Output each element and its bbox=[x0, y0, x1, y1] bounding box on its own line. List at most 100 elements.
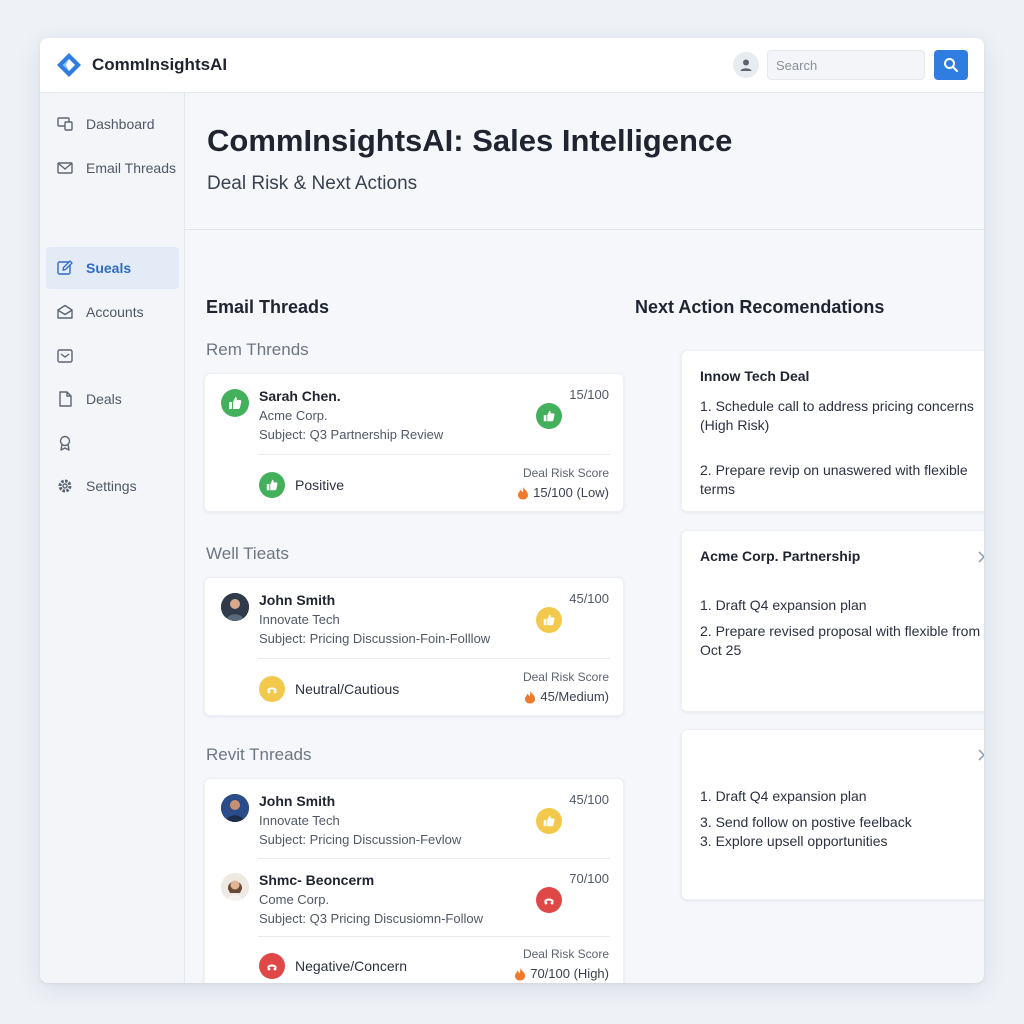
sidebar-item-label: Deals bbox=[86, 391, 122, 407]
dashboard-icon bbox=[56, 115, 74, 133]
deal-risk-value: 70/100 (High) bbox=[514, 966, 609, 981]
logo-icon bbox=[57, 53, 81, 77]
chevron-right-icon[interactable] bbox=[974, 748, 984, 762]
main-content: CommInsightsAI: Sales Intelligence Deal … bbox=[185, 93, 984, 983]
recommendation-title: Innow Tech Deal bbox=[700, 368, 810, 384]
chevron-right-icon[interactable] bbox=[974, 550, 984, 564]
flame-icon bbox=[518, 486, 529, 499]
user-avatar[interactable] bbox=[733, 52, 759, 78]
thread-group-card: Sarah Chen. Acme Corp. Subject: Q3 Partn… bbox=[204, 373, 624, 512]
thread-subject: Subject: Q3 Partnership Review bbox=[259, 427, 444, 442]
email-threads-heading: Email Threads bbox=[206, 297, 330, 317]
thumbs-up-icon bbox=[259, 472, 285, 498]
sidebar-item-settings[interactable]: Settings bbox=[46, 465, 179, 507]
recommendation-item: 1. Draft Q4 expansion plan bbox=[700, 597, 867, 613]
sidebar-item-accounts[interactable]: Accounts bbox=[46, 291, 179, 333]
sentiment-label: Neutral/Cautious bbox=[295, 681, 400, 697]
deal-risk-value-text: 45/Medium) bbox=[540, 689, 609, 704]
sidebar-item-deals[interactable]: Deals bbox=[46, 378, 179, 420]
sentiment-summary: Neutral/Cautious Deal Risk Score 45/Medi… bbox=[205, 659, 625, 717]
sidebar-item-label: Settings bbox=[86, 478, 137, 494]
thread-group-card: John Smith Innovate Tech Subject: Pricin… bbox=[204, 577, 624, 716]
deal-risk-label: Deal Risk Score bbox=[522, 670, 609, 684]
app-window: CommInsightsAI Dashboard Em bbox=[40, 38, 984, 983]
thread-group-label: Revit Tnreads bbox=[206, 745, 312, 764]
deal-risk-label: Deal Risk Score bbox=[522, 466, 609, 480]
deal-risk-value: 45/Medium) bbox=[524, 689, 609, 704]
recommendation-item: 3. Explore upsell opportunities bbox=[700, 833, 888, 849]
sidebar-item-awards[interactable] bbox=[46, 422, 179, 464]
recommendation-item: 1. Draft Q4 expansion plan bbox=[700, 788, 867, 804]
sidebar-item-dashboard[interactable]: Dashboard bbox=[46, 103, 179, 145]
page-title: CommInsightsAI: Sales Intelligence bbox=[207, 123, 733, 158]
thread-company: Innovate Tech bbox=[259, 612, 340, 627]
thread-row[interactable]: John Smith Innovate Tech Subject: Pricin… bbox=[205, 779, 625, 859]
recommendation-item: 2. Prepare revip on unaswered with flexi… bbox=[700, 462, 968, 497]
neutral-icon bbox=[259, 676, 285, 702]
sidebar-item-label: Email Threads bbox=[86, 160, 177, 176]
thread-score: 15/100 bbox=[569, 387, 609, 402]
thread-group-label: Well Tieats bbox=[206, 544, 289, 563]
deal-risk-value-text: 15/100 (Low) bbox=[533, 485, 609, 500]
app-name: CommInsightsAI bbox=[92, 55, 228, 74]
award-icon bbox=[56, 434, 74, 452]
recommendation-item: 1. Schedule call to address pricing conc… bbox=[700, 398, 974, 433]
sidebar-item-inbox[interactable] bbox=[46, 335, 179, 377]
mail-open-icon bbox=[56, 303, 74, 321]
thumbs-up-icon bbox=[536, 808, 562, 834]
sidebar-item-label: Dashboard bbox=[86, 116, 155, 132]
thread-subject: Subject: Q3 Pricing Discusiomn-Follow bbox=[259, 911, 483, 926]
thread-row[interactable]: Shmc- Beoncerm Come Corp. Subject: Q3 Pr… bbox=[205, 858, 625, 938]
avatar bbox=[221, 873, 249, 901]
thread-contact-name: John Smith bbox=[259, 793, 336, 809]
recommendations-heading: Next Action Recomendations bbox=[635, 297, 885, 317]
thumbs-up-icon bbox=[221, 389, 249, 417]
inbox-icon bbox=[56, 347, 74, 365]
sidebar-item-sueals[interactable]: Sueals bbox=[46, 247, 179, 289]
header-divider bbox=[185, 229, 984, 230]
thread-company: Come Corp. bbox=[259, 892, 330, 907]
gear-icon bbox=[56, 477, 74, 495]
thread-score: 70/100 bbox=[569, 871, 609, 886]
recommendation-title: Acme Corp. Partnership bbox=[700, 548, 861, 564]
avatar bbox=[221, 593, 249, 621]
recommendation-card[interactable]: 1. Draft Q4 expansion plan 3. Send follo… bbox=[681, 729, 984, 900]
sentiment-summary: Positive Deal Risk Score 15/100 (Low) bbox=[205, 455, 625, 513]
thread-group-label: Rem Thrends bbox=[206, 340, 309, 359]
recommendation-card[interactable]: Innow Tech Deal 1. Schedule call to addr… bbox=[681, 350, 984, 512]
thread-contact-name: John Smith bbox=[259, 592, 336, 608]
thread-contact-name: Sarah Chen. bbox=[259, 388, 341, 404]
search-input[interactable] bbox=[767, 50, 925, 80]
thread-subject: Subject: Pricing Discussion-Fevlow bbox=[259, 832, 462, 847]
sidebar: Dashboard Email Threads Sueals Accounts bbox=[40, 93, 185, 983]
edit-icon bbox=[56, 259, 74, 277]
flame-icon bbox=[525, 690, 536, 703]
thread-row[interactable]: John Smith Innovate Tech Subject: Pricin… bbox=[205, 578, 625, 658]
sidebar-item-label: Accounts bbox=[86, 304, 144, 320]
document-icon bbox=[56, 390, 74, 408]
recommendation-item: 3. Send follow on postive feelback bbox=[700, 814, 912, 830]
thumbs-up-icon bbox=[536, 607, 562, 633]
thread-company: Innovate Tech bbox=[259, 813, 340, 828]
sidebar-item-label: Sueals bbox=[86, 260, 132, 276]
page-subtitle: Deal Risk & Next Actions bbox=[207, 173, 418, 194]
deal-risk-label: Deal Risk Score bbox=[522, 947, 609, 961]
thread-group-card: John Smith Innovate Tech Subject: Pricin… bbox=[204, 778, 624, 983]
recommendation-item: 2. Prepare revised proposal with flexibl… bbox=[700, 623, 981, 658]
sentiment-label: Negative/Concern bbox=[295, 958, 408, 974]
thread-subject: Subject: Pricing Discussion-Foin-Folllow bbox=[259, 631, 491, 646]
recommendation-card[interactable]: Acme Corp. Partnership 1. Draft Q4 expan… bbox=[681, 530, 984, 712]
deal-risk-value: 15/100 (Low) bbox=[517, 485, 609, 500]
user-icon bbox=[740, 59, 752, 71]
thread-score: 45/100 bbox=[569, 591, 609, 606]
thread-row[interactable]: Sarah Chen. Acme Corp. Subject: Q3 Partn… bbox=[205, 374, 625, 454]
avatar bbox=[221, 794, 249, 822]
search-button[interactable] bbox=[934, 50, 968, 80]
search-icon bbox=[944, 58, 958, 72]
negative-icon bbox=[259, 953, 285, 979]
sentiment-label: Positive bbox=[295, 477, 345, 493]
sidebar-item-email-threads[interactable]: Email Threads bbox=[46, 147, 179, 189]
flame-icon bbox=[515, 967, 526, 980]
mail-icon bbox=[56, 159, 74, 177]
thread-company: Acme Corp. bbox=[259, 408, 328, 423]
